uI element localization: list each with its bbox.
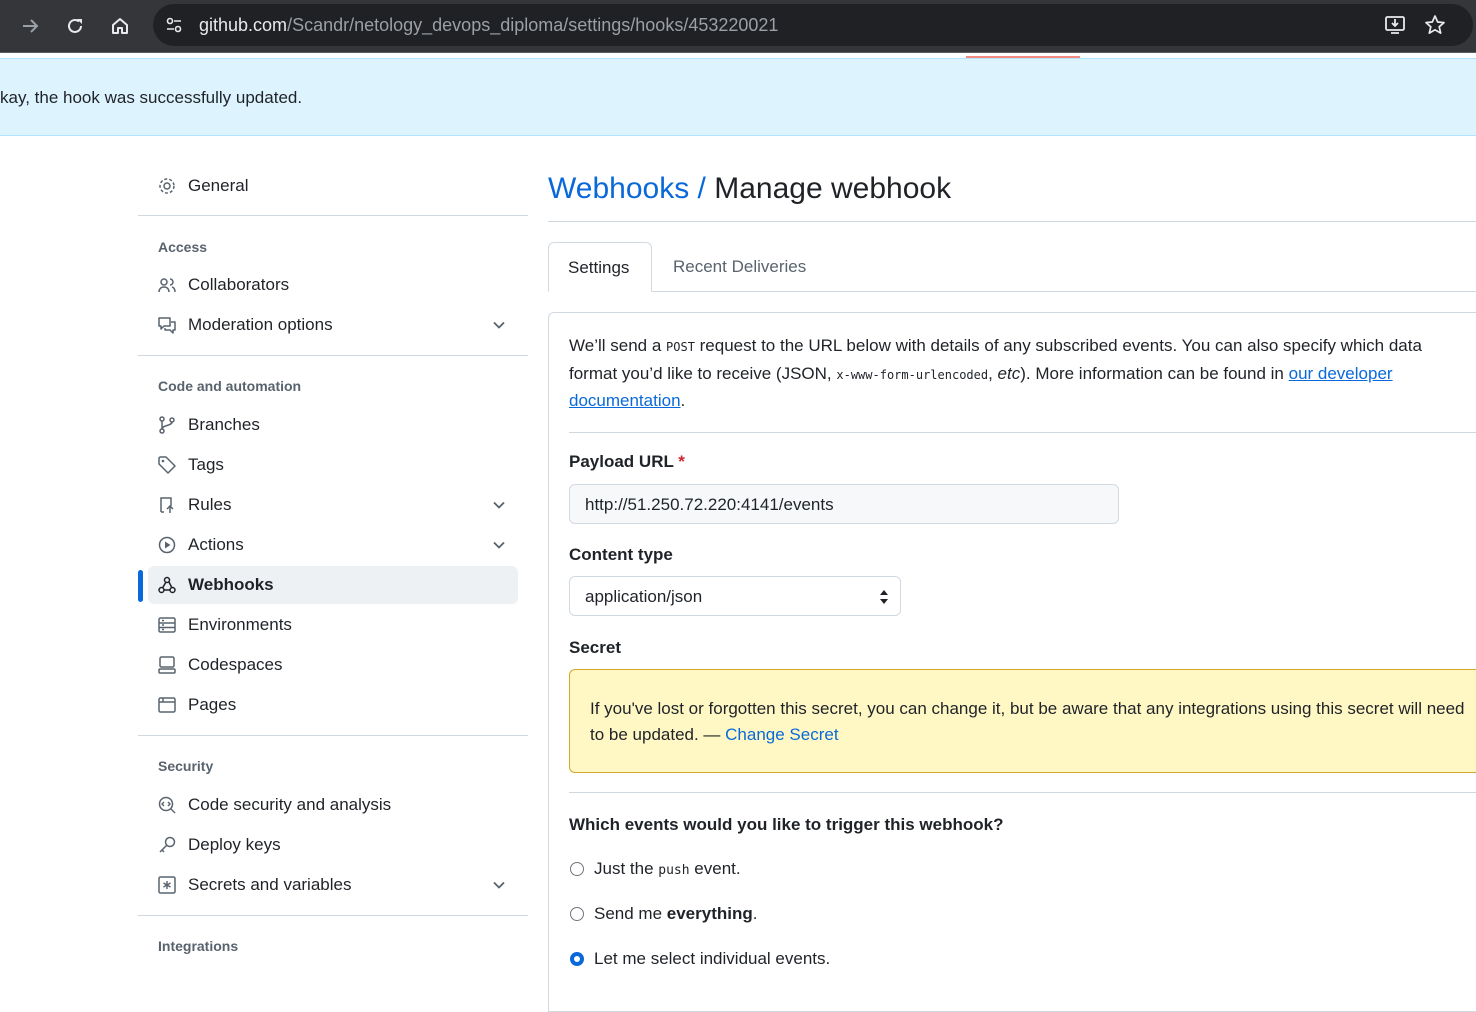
section-heading-code-automation: Code and automation: [158, 378, 302, 394]
sidebar-item-tags[interactable]: Tags: [148, 446, 518, 484]
key-icon: [158, 836, 176, 854]
sidebar-item-deploy-keys[interactable]: Deploy keys: [148, 826, 518, 864]
section-heading-integrations: Integrations: [158, 938, 239, 954]
tab-settings[interactable]: Settings: [548, 242, 652, 292]
sidebar-item-label: Branches: [188, 415, 260, 434]
browser-toolbar: github.com/Scandr/netology_devops_diplom…: [0, 0, 1476, 53]
sidebar-item-label: Codespaces: [188, 655, 283, 674]
radio-button-selected[interactable]: [570, 952, 584, 966]
sidebar-item-label: Code security and analysis: [188, 795, 392, 814]
browser-icon: [158, 696, 176, 714]
sidebar-item-general[interactable]: General: [148, 167, 518, 205]
home-icon: [112, 18, 128, 34]
tab-label: Settings: [568, 258, 630, 277]
sidebar-item-code-security[interactable]: Code security and analysis: [148, 786, 518, 824]
repo-push-icon: [158, 496, 176, 514]
breadcrumb-webhooks-link[interactable]: Webhooks: [548, 172, 689, 205]
divider: [138, 915, 528, 916]
chevron-down-icon[interactable]: [490, 536, 508, 554]
content-type-select[interactable]: application/json: [569, 576, 901, 616]
tabs-underline: [548, 291, 1476, 292]
sidebar-item-branches[interactable]: Branches: [148, 406, 518, 444]
webhook-icon: [158, 576, 176, 594]
divider: [138, 735, 528, 736]
install-app-icon[interactable]: [1383, 13, 1407, 37]
address-bar[interactable]: github.com/Scandr/netology_devops_diplom…: [153, 4, 1473, 46]
section-heading-security: Security: [158, 758, 214, 774]
codespaces-icon: [158, 656, 176, 674]
required-mark: *: [678, 452, 685, 471]
radio-push-event[interactable]: Just the push event.: [569, 859, 1169, 883]
sidebar-item-rules[interactable]: Rules: [148, 486, 518, 524]
chevron-down-icon[interactable]: [490, 316, 508, 334]
sidebar-item-label: Pages: [188, 695, 237, 714]
chevron-down-icon[interactable]: [490, 496, 508, 514]
radio-send-everything[interactable]: Send me everything.: [569, 904, 1169, 928]
sidebar-item-pages[interactable]: Pages: [148, 686, 518, 724]
sidebar-item-label: Secrets and variables: [188, 875, 352, 894]
divider: [138, 355, 528, 356]
events-question: Which events would you like to trigger t…: [569, 815, 1004, 834]
sidebar-item-environments[interactable]: Environments: [148, 606, 518, 644]
reload-button[interactable]: [57, 8, 93, 44]
flash-notice: kay, the hook was successfully updated.: [0, 58, 1476, 136]
sidebar-item-label: Environments: [188, 615, 292, 634]
arrow-right-icon: [23, 19, 39, 33]
bookmark-star-icon[interactable]: [1423, 13, 1447, 37]
sidebar-item-collaborators[interactable]: Collaborators: [148, 266, 518, 304]
server-icon: [158, 616, 176, 634]
active-indicator: [138, 570, 143, 602]
git-branch-icon: [158, 416, 176, 434]
sidebar-item-label: Moderation options: [188, 315, 333, 334]
chevron-down-icon[interactable]: [490, 876, 508, 894]
sidebar-item-secrets-variables[interactable]: Secrets and variables: [148, 866, 518, 904]
comment-discussion-icon: [158, 316, 176, 334]
section-heading-access: Access: [158, 239, 208, 255]
page-title-text: Manage webhook: [714, 172, 952, 205]
sidebar-item-label: Webhooks: [188, 575, 274, 594]
payload-url-input[interactable]: http://51.250.72.220:4141/events: [569, 484, 1119, 524]
select-arrows-icon: [880, 590, 888, 604]
sidebar-item-webhooks[interactable]: Webhooks: [148, 566, 518, 604]
reload-icon: [68, 18, 82, 33]
radio-button[interactable]: [570, 907, 584, 921]
flash-message: kay, the hook was successfully updated.: [0, 88, 303, 107]
tab-recent-deliveries[interactable]: Recent Deliveries: [673, 257, 806, 277]
url-text: github.com/Scandr/netology_devops_diplom…: [199, 15, 779, 35]
divider: [569, 432, 1476, 433]
site-info-icon[interactable]: [163, 14, 185, 36]
home-button[interactable]: [102, 8, 138, 44]
sidebar-item-label: Tags: [188, 455, 224, 474]
intro-text: We’ll send a POST request to the URL bel…: [569, 336, 1422, 410]
sidebar-item-label: Actions: [188, 535, 244, 554]
play-icon: [158, 536, 176, 554]
codescan-icon: [158, 796, 176, 814]
content-type-label: Content type: [569, 545, 673, 564]
sidebar-item-actions[interactable]: Actions: [148, 526, 518, 564]
people-icon: [158, 276, 176, 294]
secret-label: Secret: [569, 638, 621, 657]
radio-select-individual[interactable]: Let me select individual events.: [569, 949, 1169, 973]
sidebar-item-label: Deploy keys: [188, 835, 281, 854]
divider: [569, 792, 1476, 793]
sidebar-item-moderation-options[interactable]: Moderation options: [148, 306, 518, 344]
page-title: Webhooks / Manage webhook: [548, 172, 951, 206]
divider: [548, 221, 1476, 222]
payload-url-label: Payload URL *: [569, 452, 685, 471]
secret-warning: If you've lost or forgotten this secret,…: [569, 669, 1476, 773]
key-asterisk-icon: [158, 876, 176, 894]
sidebar-item-label: Rules: [188, 495, 232, 514]
tag-icon: [158, 456, 176, 474]
sidebar-item-label: Collaborators: [188, 275, 290, 294]
forward-button[interactable]: [12, 8, 48, 44]
sidebar-item-codespaces[interactable]: Codespaces: [148, 646, 518, 684]
webhook-form: We’ll send a POST request to the URL bel…: [548, 312, 1476, 1012]
breadcrumb-separator: /: [697, 172, 706, 205]
change-secret-link[interactable]: Change Secret: [725, 725, 838, 744]
sidebar-item-label: General: [188, 176, 249, 195]
radio-button[interactable]: [570, 862, 584, 876]
gear-icon: [158, 177, 176, 195]
divider: [138, 215, 528, 216]
